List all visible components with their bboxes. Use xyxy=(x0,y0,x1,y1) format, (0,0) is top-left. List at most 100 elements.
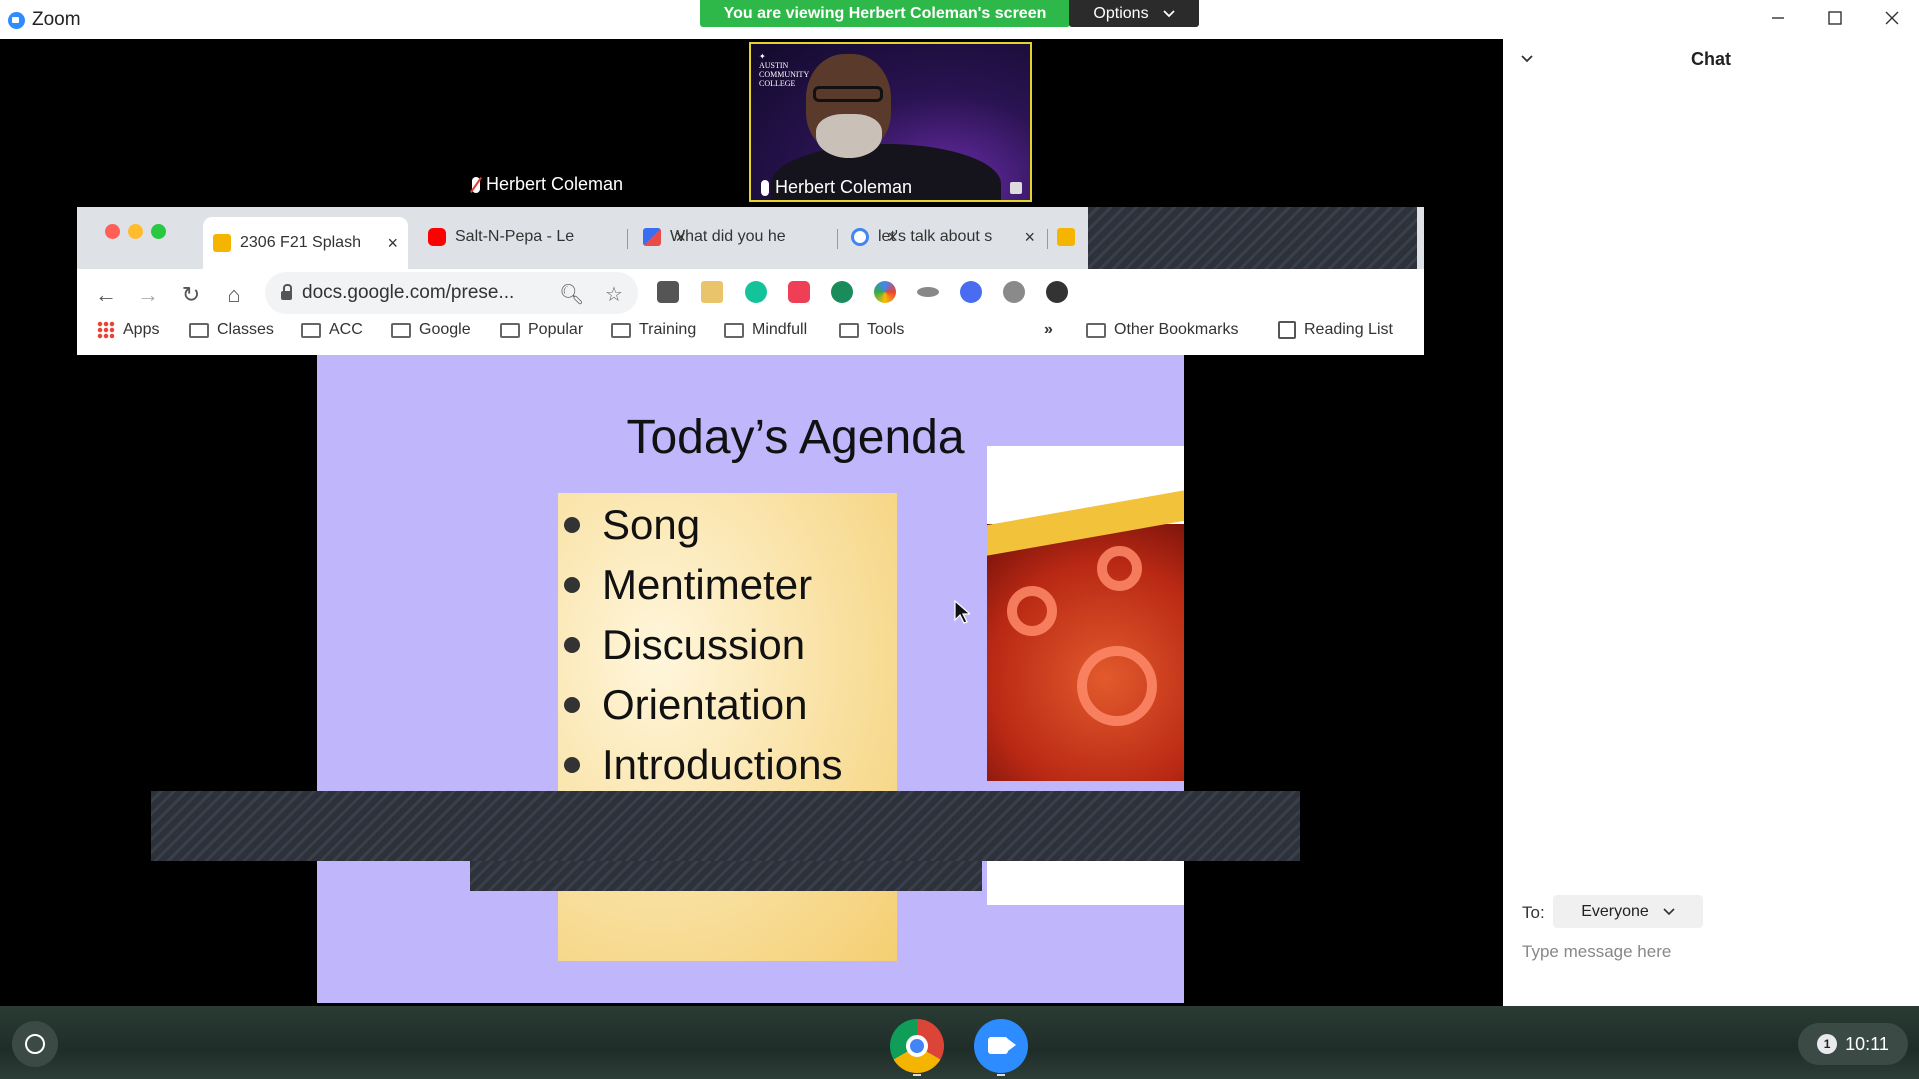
tab-separator xyxy=(627,229,628,249)
chat-message-input[interactable] xyxy=(1522,936,1902,968)
reading-list-icon xyxy=(1278,321,1296,339)
google-icon xyxy=(851,228,869,246)
chat-panel: Chat To: Everyone xyxy=(1503,39,1919,1006)
close-button[interactable] xyxy=(1870,4,1914,32)
redacted-region xyxy=(470,861,982,891)
symbol-ring xyxy=(1097,546,1142,591)
other-bookmarks[interactable]: Other Bookmarks xyxy=(1086,321,1238,339)
browser-tab-slides[interactable]: 2306 F21 Splash × xyxy=(203,217,408,269)
reload-icon[interactable]: ↻ xyxy=(178,282,204,308)
mentimeter-icon xyxy=(643,228,661,246)
college-logo: ✦ AUSTIN COMMUNITY COLLEGE xyxy=(759,52,810,88)
video-options-icon[interactable] xyxy=(1010,182,1022,194)
home-icon[interactable]: ⌂ xyxy=(221,282,247,308)
extension-gear-icon[interactable] xyxy=(960,281,982,303)
bookmark-popular[interactable]: Popular xyxy=(500,321,583,339)
extension-badge-icon[interactable] xyxy=(831,281,853,303)
gender-symbols-image xyxy=(987,446,1184,781)
folder-icon xyxy=(839,322,859,338)
bookmark-acc[interactable]: ACC xyxy=(301,321,363,339)
red-background xyxy=(987,524,1184,781)
redacted-region xyxy=(151,791,1300,861)
minimize-button[interactable] xyxy=(1756,4,1800,32)
video-participant-name: Herbert Coleman xyxy=(775,177,913,197)
bookmark-label: Mindfull xyxy=(752,321,808,338)
close-icon xyxy=(1885,11,1899,25)
tab-separator xyxy=(1047,229,1048,249)
search-icon[interactable]: 🔍︎ xyxy=(559,282,584,307)
folder-icon xyxy=(611,322,631,338)
bookmark-apps[interactable]: Apps xyxy=(97,321,159,339)
extension-icon[interactable] xyxy=(657,281,679,303)
bookmark-label: Apps xyxy=(123,321,160,338)
app-title: Zoom xyxy=(8,9,81,31)
chrome-app-icon[interactable] xyxy=(890,1019,944,1073)
pocket-icon[interactable] xyxy=(788,281,810,303)
extension-gray-icon[interactable] xyxy=(1003,281,1025,303)
browser-tab-overflow[interactable] xyxy=(1053,217,1083,257)
folder-icon xyxy=(500,322,520,338)
mac-minimize-dot[interactable] xyxy=(128,224,143,239)
grammarly-icon[interactable] xyxy=(745,281,767,303)
zoom-window: Zoom You are viewing Herbert Coleman's s… xyxy=(0,0,1919,1079)
bookmark-star-icon[interactable]: ☆ xyxy=(605,282,623,307)
folder-icon xyxy=(724,322,744,338)
youtube-icon xyxy=(428,228,446,246)
view-options-button[interactable]: Options xyxy=(1069,0,1199,27)
zoom-app-icon[interactable] xyxy=(974,1019,1028,1073)
participant-video-tile[interactable]: ✦ AUSTIN COMMUNITY COLLEGE Herbert Coleman xyxy=(749,42,1032,202)
bookmarks-overflow-button[interactable]: » xyxy=(1044,321,1053,339)
title-bar: Zoom You are viewing Herbert Coleman's s… xyxy=(0,0,1919,39)
tab-label: let's talk about s xyxy=(878,228,993,245)
address-bar-url: docs.google.com/prese... xyxy=(302,282,515,303)
agenda-item: Orientation xyxy=(558,675,897,735)
slide-image-bottom xyxy=(987,861,1184,905)
back-arrow-icon[interactable]: ← xyxy=(93,282,119,308)
chat-recipient-select[interactable]: Everyone xyxy=(1553,895,1703,928)
chat-to-label: To: xyxy=(1522,903,1545,922)
mic-muted-icon xyxy=(472,176,480,193)
bookmark-google[interactable]: Google xyxy=(391,321,471,339)
zoom-logo-icon xyxy=(8,11,25,29)
bookmark-classes[interactable]: Classes xyxy=(189,321,274,339)
agenda-item: Introductions xyxy=(558,735,897,795)
bookmark-label: Popular xyxy=(528,321,584,338)
bookmark-tools[interactable]: Tools xyxy=(839,321,904,339)
app-name: Zoom xyxy=(32,9,81,30)
notification-count: 1 xyxy=(1817,1034,1838,1054)
chevron-down-icon xyxy=(1663,907,1675,915)
other-bookmarks-label: Other Bookmarks xyxy=(1114,321,1239,338)
mac-zoom-dot[interactable] xyxy=(151,224,166,239)
bookmark-label: Training xyxy=(639,321,697,338)
symbol-ring xyxy=(1007,586,1057,636)
video-person-beard xyxy=(816,114,882,158)
forward-arrow-icon[interactable]: → xyxy=(135,282,161,308)
tab-close-icon[interactable]: × xyxy=(1024,227,1035,248)
extension-bar-icon[interactable] xyxy=(917,287,939,297)
running-indicator xyxy=(997,1074,1005,1076)
reading-list[interactable]: Reading List xyxy=(1278,321,1393,339)
folder-icon xyxy=(301,322,321,338)
active-speaker-label: Herbert Coleman xyxy=(472,174,623,195)
browser-tab-google[interactable]: let's talk about s × xyxy=(841,217,1045,257)
extensions-puzzle-icon[interactable] xyxy=(1046,281,1068,303)
bookmark-label: ACC xyxy=(329,321,363,338)
shared-browser-window: 2306 F21 Splash × Salt-N-Pepa - Le × Wha… xyxy=(77,207,1424,355)
extension-color-icon[interactable] xyxy=(874,281,896,303)
google-slides-icon xyxy=(1057,228,1075,246)
folder-icon xyxy=(391,322,411,338)
chat-recipient-value: Everyone xyxy=(1581,902,1649,920)
tab-close-icon[interactable]: × xyxy=(387,233,398,254)
symbol-ring xyxy=(1077,646,1157,726)
bookmark-label: Classes xyxy=(217,321,274,338)
bookmark-mindfull[interactable]: Mindfull xyxy=(724,321,807,339)
bookmark-label: Tools xyxy=(867,321,905,338)
running-indicator xyxy=(913,1074,921,1076)
launcher-button[interactable] xyxy=(12,1021,58,1067)
mac-close-dot[interactable] xyxy=(105,224,120,239)
extension-notes-icon[interactable] xyxy=(701,281,723,303)
presentation-slide: Today’s Agenda Song Mentimeter Discussio… xyxy=(317,355,1184,1003)
maximize-button[interactable] xyxy=(1813,4,1857,32)
bookmark-training[interactable]: Training xyxy=(611,321,696,339)
status-tray[interactable]: 1 10:11 xyxy=(1798,1023,1908,1065)
